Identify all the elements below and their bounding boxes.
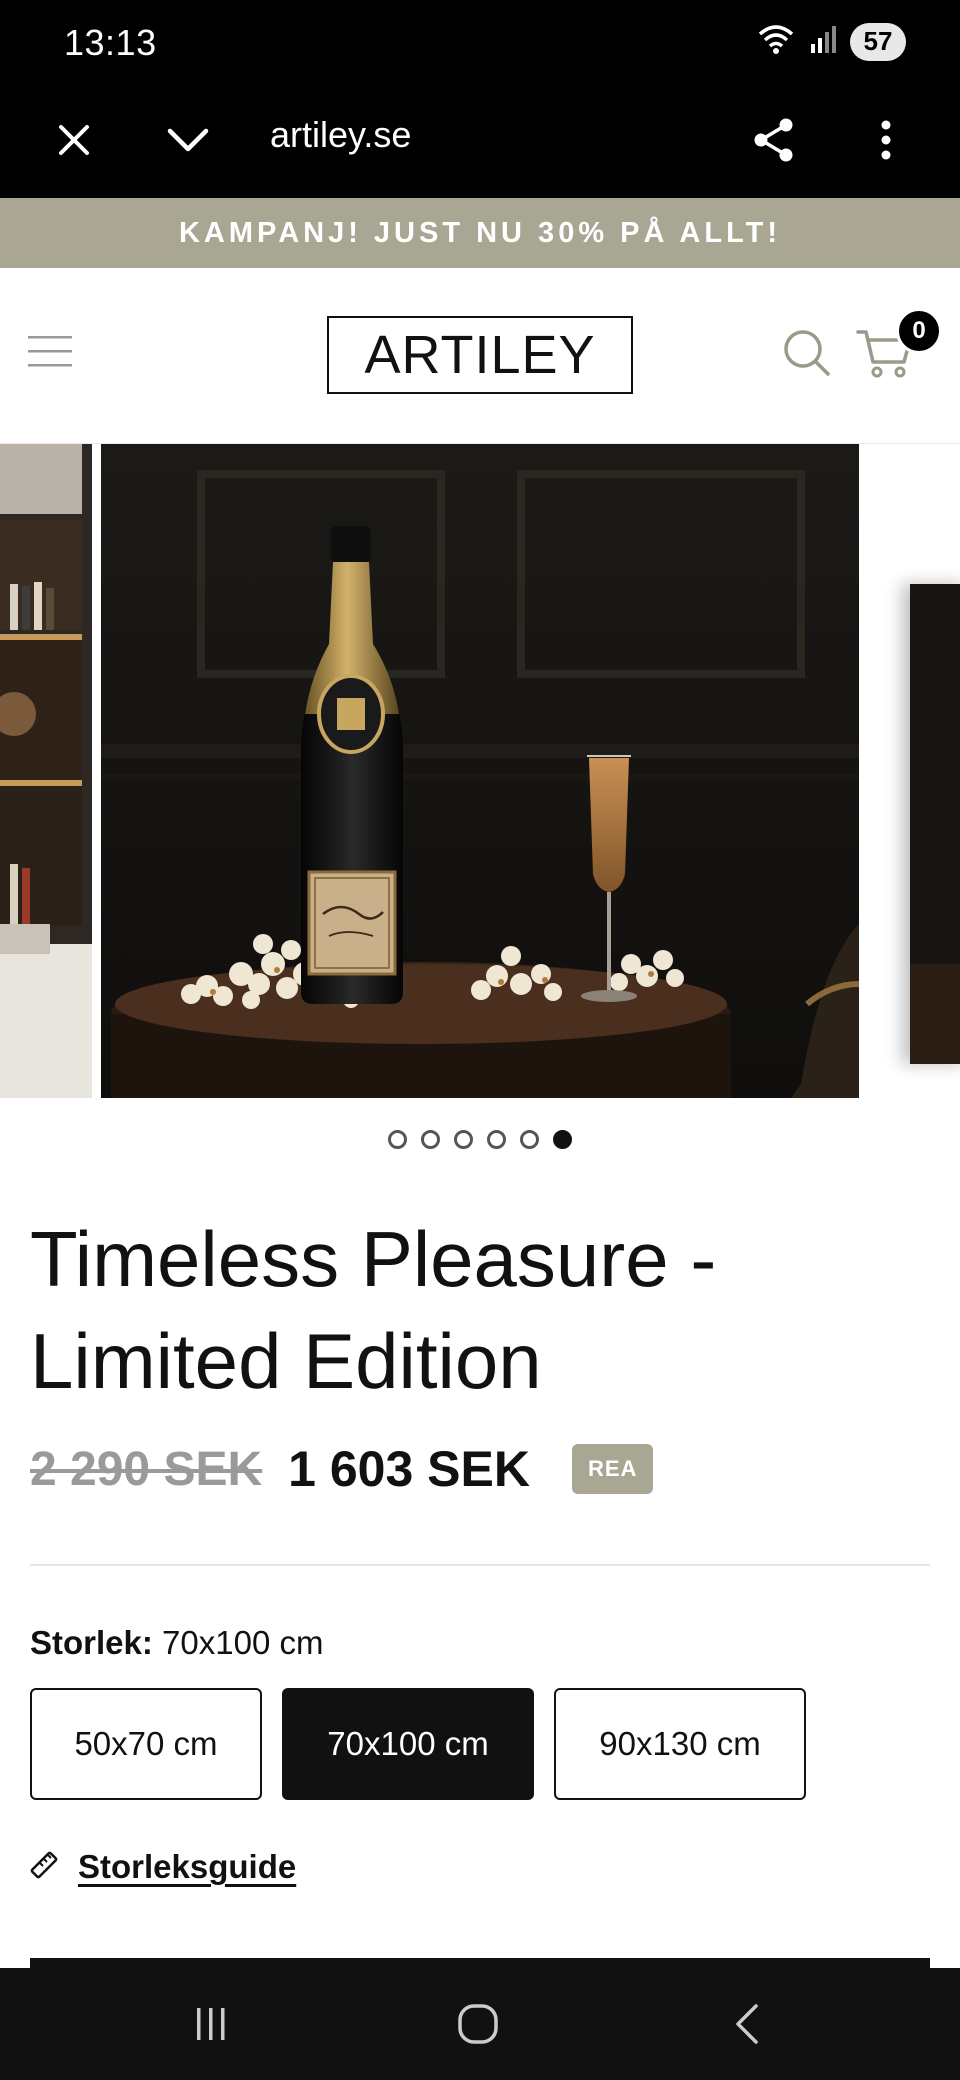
status-time: 13:13	[64, 22, 157, 63]
promo-banner[interactable]: KAMPANJ! JUST NU 30% PÅ ALLT!	[0, 198, 960, 268]
gallery-dot[interactable]	[421, 1130, 440, 1149]
gallery-dot[interactable]	[487, 1130, 506, 1149]
cart-count-badge: 0	[896, 308, 942, 354]
signal-icon	[810, 24, 836, 59]
battery-indicator: 57	[850, 22, 906, 61]
size-label-title: Storlek:	[30, 1624, 153, 1661]
sale-badge: REA	[571, 1444, 654, 1494]
size-option-50x70[interactable]: 50x70 cm	[30, 1688, 262, 1800]
site-logo[interactable]: ARTILEY	[327, 316, 633, 394]
close-icon[interactable]	[42, 108, 106, 172]
wifi-icon	[756, 22, 796, 61]
gallery-dot[interactable]	[520, 1130, 539, 1149]
back-icon[interactable]	[712, 1994, 782, 2054]
gallery-slide-prev[interactable]	[0, 444, 92, 1098]
chevron-down-icon[interactable]	[156, 108, 220, 172]
size-options: 50x70 cm 70x100 cm 90x130 cm	[30, 1688, 806, 1800]
size-label: Storlek: 70x100 cm	[30, 1624, 323, 1662]
gallery-pagination	[388, 1130, 572, 1149]
url-text[interactable]: artiley.se	[270, 114, 411, 156]
size-selected-value: 70x100 cm	[162, 1624, 324, 1661]
sale-price: 1 603 SEK	[288, 1441, 530, 1497]
size-option-70x100[interactable]: 70x100 cm	[282, 1688, 534, 1800]
size-guide[interactable]: Storleksguide	[28, 1848, 296, 1886]
gallery-dot-active[interactable]	[553, 1130, 572, 1149]
browser-toolbar: artiley.se	[0, 86, 960, 198]
search-icon[interactable]	[782, 328, 832, 378]
gallery-slide-next[interactable]	[910, 584, 960, 1064]
size-guide-link[interactable]: Storleksguide	[78, 1848, 296, 1886]
divider	[30, 1564, 930, 1566]
product-title: Timeless Pleasure - Limited Edition	[30, 1215, 717, 1405]
status-icons: 57	[756, 22, 906, 61]
system-nav-bar	[0, 1968, 960, 2080]
home-icon[interactable]	[443, 1994, 513, 2054]
gallery-dot[interactable]	[454, 1130, 473, 1149]
size-option-90x130[interactable]: 90x130 cm	[554, 1688, 806, 1800]
ruler-icon	[28, 1849, 60, 1886]
recent-apps-icon[interactable]	[176, 1994, 246, 2054]
gallery-dot[interactable]	[388, 1130, 407, 1149]
site-header: ARTILEY 0	[0, 268, 960, 444]
product-gallery[interactable]	[0, 444, 960, 1098]
price-row: 2 290 SEK 1 603 SEK REA	[30, 1440, 654, 1498]
status-bar: 13:13 57	[0, 0, 960, 86]
menu-icon[interactable]	[28, 334, 74, 370]
more-vert-icon[interactable]	[854, 108, 918, 172]
gallery-slide-main[interactable]	[101, 444, 859, 1098]
share-icon[interactable]	[742, 108, 806, 172]
original-price: 2 290 SEK	[30, 1442, 263, 1496]
